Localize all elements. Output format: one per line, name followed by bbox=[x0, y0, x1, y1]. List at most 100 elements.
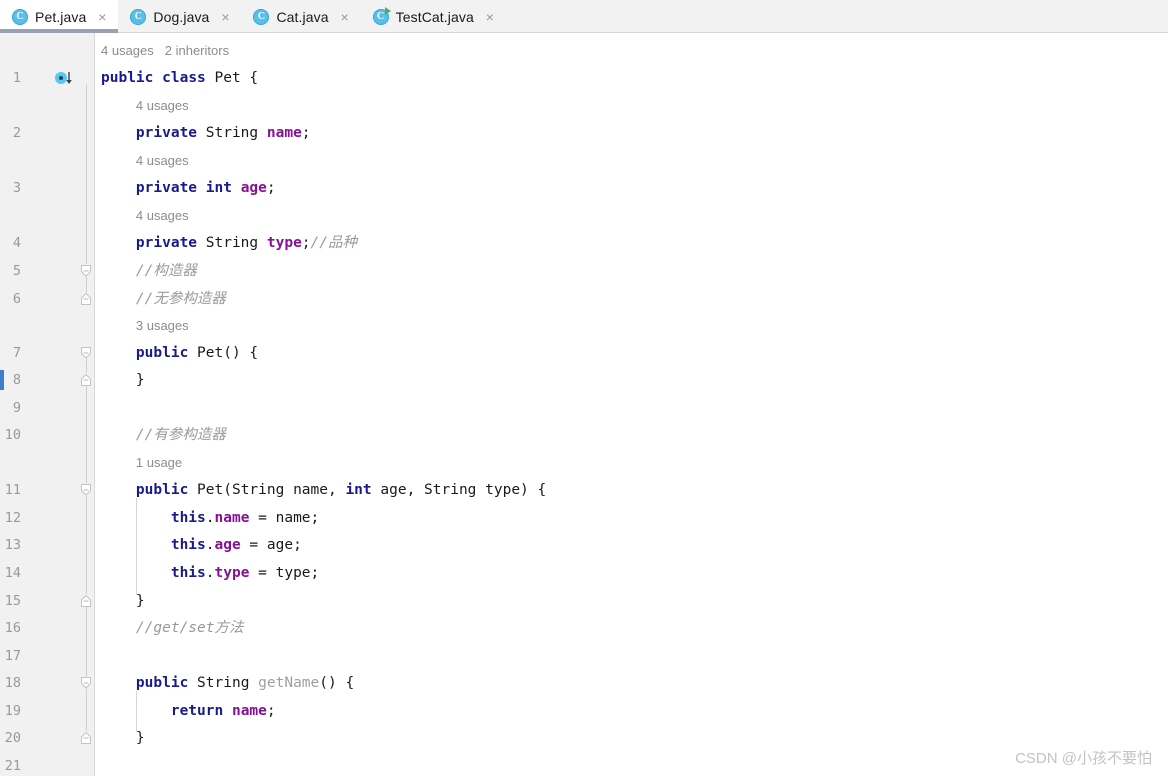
code-token-kw: this bbox=[170, 510, 206, 526]
code-token-pln: String bbox=[188, 675, 259, 691]
fold-region-end-icon[interactable] bbox=[80, 594, 92, 608]
line-number: 14 bbox=[4, 565, 21, 581]
editor-tab-pet-java[interactable]: C Pet.java × bbox=[0, 0, 119, 33]
line-number: 17 bbox=[4, 648, 21, 664]
code-line[interactable]: this.age = age; bbox=[101, 537, 302, 553]
editor-tab-label: TestCat.java bbox=[395, 8, 474, 25]
code-text-area[interactable]: 4 usages 2 inheritors 4 usages 4 usages 4 us… bbox=[96, 33, 1168, 776]
code-line[interactable]: private int age; bbox=[101, 180, 276, 196]
code-line[interactable]: //构造器 bbox=[101, 263, 197, 279]
fold-region-start-icon[interactable] bbox=[80, 483, 92, 497]
fold-region-end-icon[interactable] bbox=[80, 373, 92, 387]
close-icon[interactable]: × bbox=[339, 10, 351, 24]
close-icon[interactable]: × bbox=[96, 10, 108, 24]
editor-tab-label: Dog.java bbox=[153, 8, 210, 25]
code-token-pln: Pet { bbox=[205, 70, 259, 86]
java-class-icon: C bbox=[130, 8, 147, 25]
down-arrow-icon bbox=[66, 72, 72, 84]
code-token-pln: String bbox=[197, 235, 267, 251]
inlay-hint-usages[interactable]: 4 usages bbox=[136, 98, 189, 114]
inlay-hint-usages[interactable]: 4 usages bbox=[136, 208, 189, 224]
line-number: 11 bbox=[4, 482, 21, 498]
code-line[interactable]: return name; bbox=[101, 703, 276, 719]
run-arrow-icon bbox=[384, 6, 391, 15]
code-line[interactable]: //get/set方法 bbox=[101, 620, 244, 636]
editor-tab-dog-java[interactable]: C Dog.java × bbox=[118, 0, 241, 33]
code-token-kw: class bbox=[162, 70, 206, 86]
code-token-pln bbox=[101, 235, 136, 251]
code-token-kw: this bbox=[170, 565, 206, 581]
java-class-letter: C bbox=[16, 10, 24, 22]
code-token-kw: public bbox=[101, 70, 154, 86]
code-line[interactable]: public Pet() { bbox=[101, 345, 258, 361]
fold-region-start-icon[interactable] bbox=[80, 676, 92, 690]
editor-tab-cat-java[interactable]: C Cat.java × bbox=[241, 0, 360, 33]
code-line[interactable]: public class Pet { bbox=[101, 70, 258, 86]
code-token-pln: . bbox=[205, 565, 215, 581]
fold-connector-line bbox=[86, 359, 87, 373]
code-token-kw: private bbox=[135, 180, 198, 196]
code-line[interactable]: private String name; bbox=[101, 125, 311, 141]
code-token-cmt: //品种 bbox=[310, 235, 357, 251]
fold-region-end-icon[interactable] bbox=[80, 292, 92, 306]
code-line[interactable]: } bbox=[101, 730, 145, 746]
editor-tab-label: Cat.java bbox=[276, 8, 329, 25]
code-token-pln: Pet() { bbox=[188, 345, 259, 361]
line-number: 6 bbox=[12, 291, 21, 307]
code-token-pln bbox=[153, 70, 162, 86]
line-number: 9 bbox=[12, 400, 21, 416]
inlay-hint-usage-count[interactable]: 4 usages bbox=[136, 98, 189, 113]
code-token-pln bbox=[101, 263, 136, 279]
code-token-pln bbox=[232, 180, 241, 196]
code-token-pln: } bbox=[101, 372, 145, 388]
inlay-hint-usage-count[interactable]: 1 usage bbox=[136, 455, 182, 470]
code-line[interactable]: //无参构造器 bbox=[101, 291, 226, 307]
code-token-pln: = age; bbox=[240, 537, 302, 553]
line-number: 4 bbox=[12, 235, 21, 251]
inlay-hint-usages[interactable]: 4 usages bbox=[136, 153, 189, 169]
fold-region-start-icon[interactable] bbox=[80, 346, 92, 360]
code-token-kw: int bbox=[345, 482, 372, 498]
code-token-kw: private bbox=[135, 235, 198, 251]
line-number: 19 bbox=[4, 703, 21, 719]
close-icon[interactable]: × bbox=[484, 10, 496, 24]
inlay-hint-inheritor-count[interactable]: 2 inheritors bbox=[165, 43, 229, 58]
code-token-kw: this bbox=[170, 537, 206, 553]
code-line[interactable]: } bbox=[101, 593, 145, 609]
editor-tab-testcat-java[interactable]: C TestCat.java × bbox=[361, 0, 506, 33]
code-line[interactable]: private String type;//品种 bbox=[101, 235, 357, 251]
code-token-pln bbox=[101, 675, 136, 691]
inlay-hint-usages[interactable]: 3 usages bbox=[136, 318, 189, 334]
close-icon[interactable]: × bbox=[219, 10, 231, 24]
editor-pane: 1 2 3 4 5 6 7 8 9 10 11 12 13 14 15 16 17 18 19 20 21 4 usag… bbox=[0, 33, 1168, 776]
line-number: 3 bbox=[12, 180, 21, 196]
code-line[interactable]: public Pet(String name, int age, String … bbox=[101, 482, 546, 498]
fold-rail bbox=[86, 607, 87, 676]
code-line[interactable]: public String getName() { bbox=[101, 675, 354, 691]
inlay-hint-usage-count[interactable]: 4 usages bbox=[136, 153, 189, 168]
editor-gutter[interactable]: 1 2 3 4 5 6 7 8 9 10 11 12 13 14 15 16 17 18 19 20 21 bbox=[0, 33, 95, 776]
fold-connector-line bbox=[86, 496, 87, 594]
inlay-hint-usages[interactable]: 4 usages 2 inheritors bbox=[101, 43, 229, 59]
code-token-pln bbox=[101, 180, 136, 196]
code-line[interactable]: this.type = type; bbox=[101, 565, 319, 581]
code-token-pln bbox=[101, 345, 136, 361]
line-number: 2 bbox=[12, 125, 21, 141]
code-token-pln bbox=[223, 703, 232, 719]
code-line[interactable]: this.name = name; bbox=[101, 510, 319, 526]
inlay-hint-usage-count[interactable]: 4 usages bbox=[136, 208, 189, 223]
line-number: 13 bbox=[4, 537, 21, 553]
fold-region-end-icon[interactable] bbox=[80, 731, 92, 745]
fold-connector-line bbox=[86, 277, 87, 292]
inlay-hint-usage-count[interactable]: 3 usages bbox=[136, 318, 189, 333]
changed-line-marker[interactable] bbox=[0, 370, 4, 390]
code-token-kw: private bbox=[135, 125, 198, 141]
overridden-by-subclasses-icon[interactable] bbox=[55, 70, 75, 86]
code-line[interactable]: //有参构造器 bbox=[101, 427, 226, 443]
fold-region-start-icon[interactable] bbox=[80, 264, 92, 278]
line-number: 7 bbox=[12, 345, 21, 361]
inlay-hint-usages[interactable]: 1 usage bbox=[136, 455, 182, 471]
code-line[interactable]: } bbox=[101, 372, 145, 388]
inlay-hint-usage-count[interactable]: 4 usages bbox=[101, 43, 154, 58]
line-number: 10 bbox=[4, 427, 21, 443]
